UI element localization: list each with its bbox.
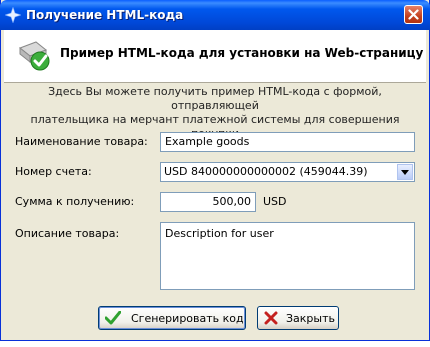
amount-label: Сумма к получению: [15,195,135,208]
close-button[interactable]: Закрыть [257,306,339,330]
close-label: Закрыть [286,312,335,325]
account-label: Номер счета: [15,165,92,178]
header-title: Пример HTML-кода для установки на Web-ст… [60,46,424,60]
dropdown-arrow-button[interactable] [397,164,413,180]
window-title: Получение HTML-кода [26,8,184,22]
account-select[interactable]: USD 840000000000002 (459044.39) [160,162,415,182]
account-selected-value: USD 840000000000002 (459044.39) [164,165,368,178]
amount-input[interactable]: 500,00 [160,192,256,212]
app-star-icon [4,6,22,24]
close-icon [408,9,419,20]
product-name-label: Наименование товара: [15,135,148,148]
check-icon [104,310,122,328]
description-textarea[interactable]: Description for user [160,222,415,290]
cross-icon [264,311,278,328]
description-label: Описание товара: [15,227,120,240]
chevron-down-icon [401,170,409,175]
currency-label: USD [263,195,287,208]
generate-code-label: Сгенерировать код [131,312,244,325]
intro-line-1: Здесь Вы можете получить пример HTML-код… [48,85,382,112]
title-bar[interactable]: Получение HTML-кода [0,0,430,30]
product-name-input[interactable]: Example goods [160,132,415,152]
dialog-window: Получение HTML-кода Пример HTML-кода для… [0,0,430,341]
close-window-button[interactable] [404,5,423,24]
web-page-check-icon [18,38,52,72]
dialog-header: Пример HTML-кода для установки на Web-ст… [4,30,426,83]
generate-code-button[interactable]: Сгенерировать код [98,306,246,330]
